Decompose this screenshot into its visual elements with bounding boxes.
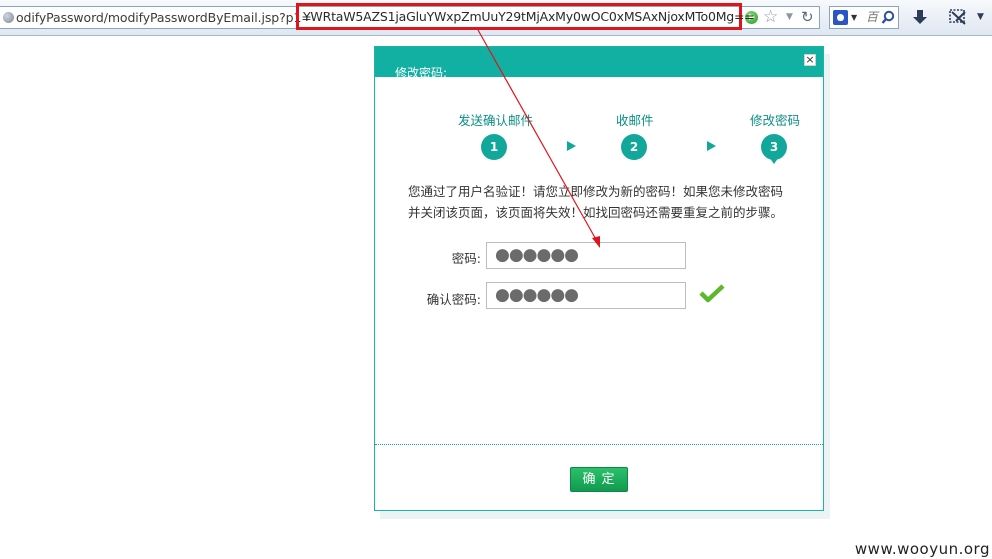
search-placeholder-icon: 百 — [866, 10, 879, 24]
star-icon[interactable]: ☆ — [763, 9, 778, 26]
download-icon[interactable] — [912, 9, 928, 26]
magnifier-icon[interactable] — [881, 10, 895, 25]
step-circle-1: 1 — [481, 134, 507, 160]
search-engine-dropdown-icon[interactable]: ▼ — [851, 14, 857, 22]
confirm-password-input[interactable]: ●●●●●● — [486, 282, 686, 309]
notice-text: 您通过了用户名验证！请您立即修改为新的密码！如果您未修改密码并关闭该页面，该页面… — [408, 184, 784, 220]
password-input[interactable]: ●●●●●● — [486, 242, 686, 269]
dialog-title: 修改密码: — [395, 66, 448, 80]
url-highlighted-token: YWRtaW5AZS1jaGluYWxpZmUuY29tMjAxMy0wOC0x… — [303, 9, 755, 24]
step-label-receive-email: 收邮件 — [616, 113, 654, 128]
dropdown-arrow-icon[interactable]: ▼ — [786, 13, 793, 22]
confirm-password-label: 确认密码: — [426, 292, 481, 307]
search-box[interactable]: ▼ 百 — [829, 6, 899, 29]
step-label-send-email: 发送确认邮件 — [458, 113, 534, 128]
password-label: 密码: — [451, 251, 481, 266]
close-button[interactable]: × — [804, 54, 816, 66]
checkmark-icon — [699, 284, 725, 303]
globe-icon — [3, 12, 14, 23]
step-arrow-icon — [707, 141, 716, 151]
submit-button[interactable]: 确定 — [570, 467, 628, 492]
menu-dropdown-icon[interactable]: ▼ — [977, 13, 984, 22]
refresh-icon[interactable]: ↻ — [801, 10, 814, 25]
step-label-modify-password: 修改密码 — [750, 113, 801, 128]
dotted-separator — [375, 444, 823, 445]
baidu-icon — [833, 10, 848, 25]
step-arrow-icon — [567, 141, 576, 151]
url-highlight-box: YWRtaW5AZS1jaGluYWxpZmUuY29tMjAxMy0wOC0x… — [296, 3, 755, 30]
modify-password-dialog: 修改密码: × 发送确认邮件 收邮件 修改密码 1 2 3 您通过了用户名验证！… — [374, 46, 824, 511]
watermark: www.wooyun.org — [854, 540, 990, 558]
step-circle-3: 3 — [761, 134, 787, 164]
step-circle-2: 2 — [621, 134, 647, 160]
url-prefix: odifyPassword/modifyPasswordByEmail.jsp?… — [16, 10, 312, 25]
screenshot-icon[interactable] — [948, 8, 968, 26]
